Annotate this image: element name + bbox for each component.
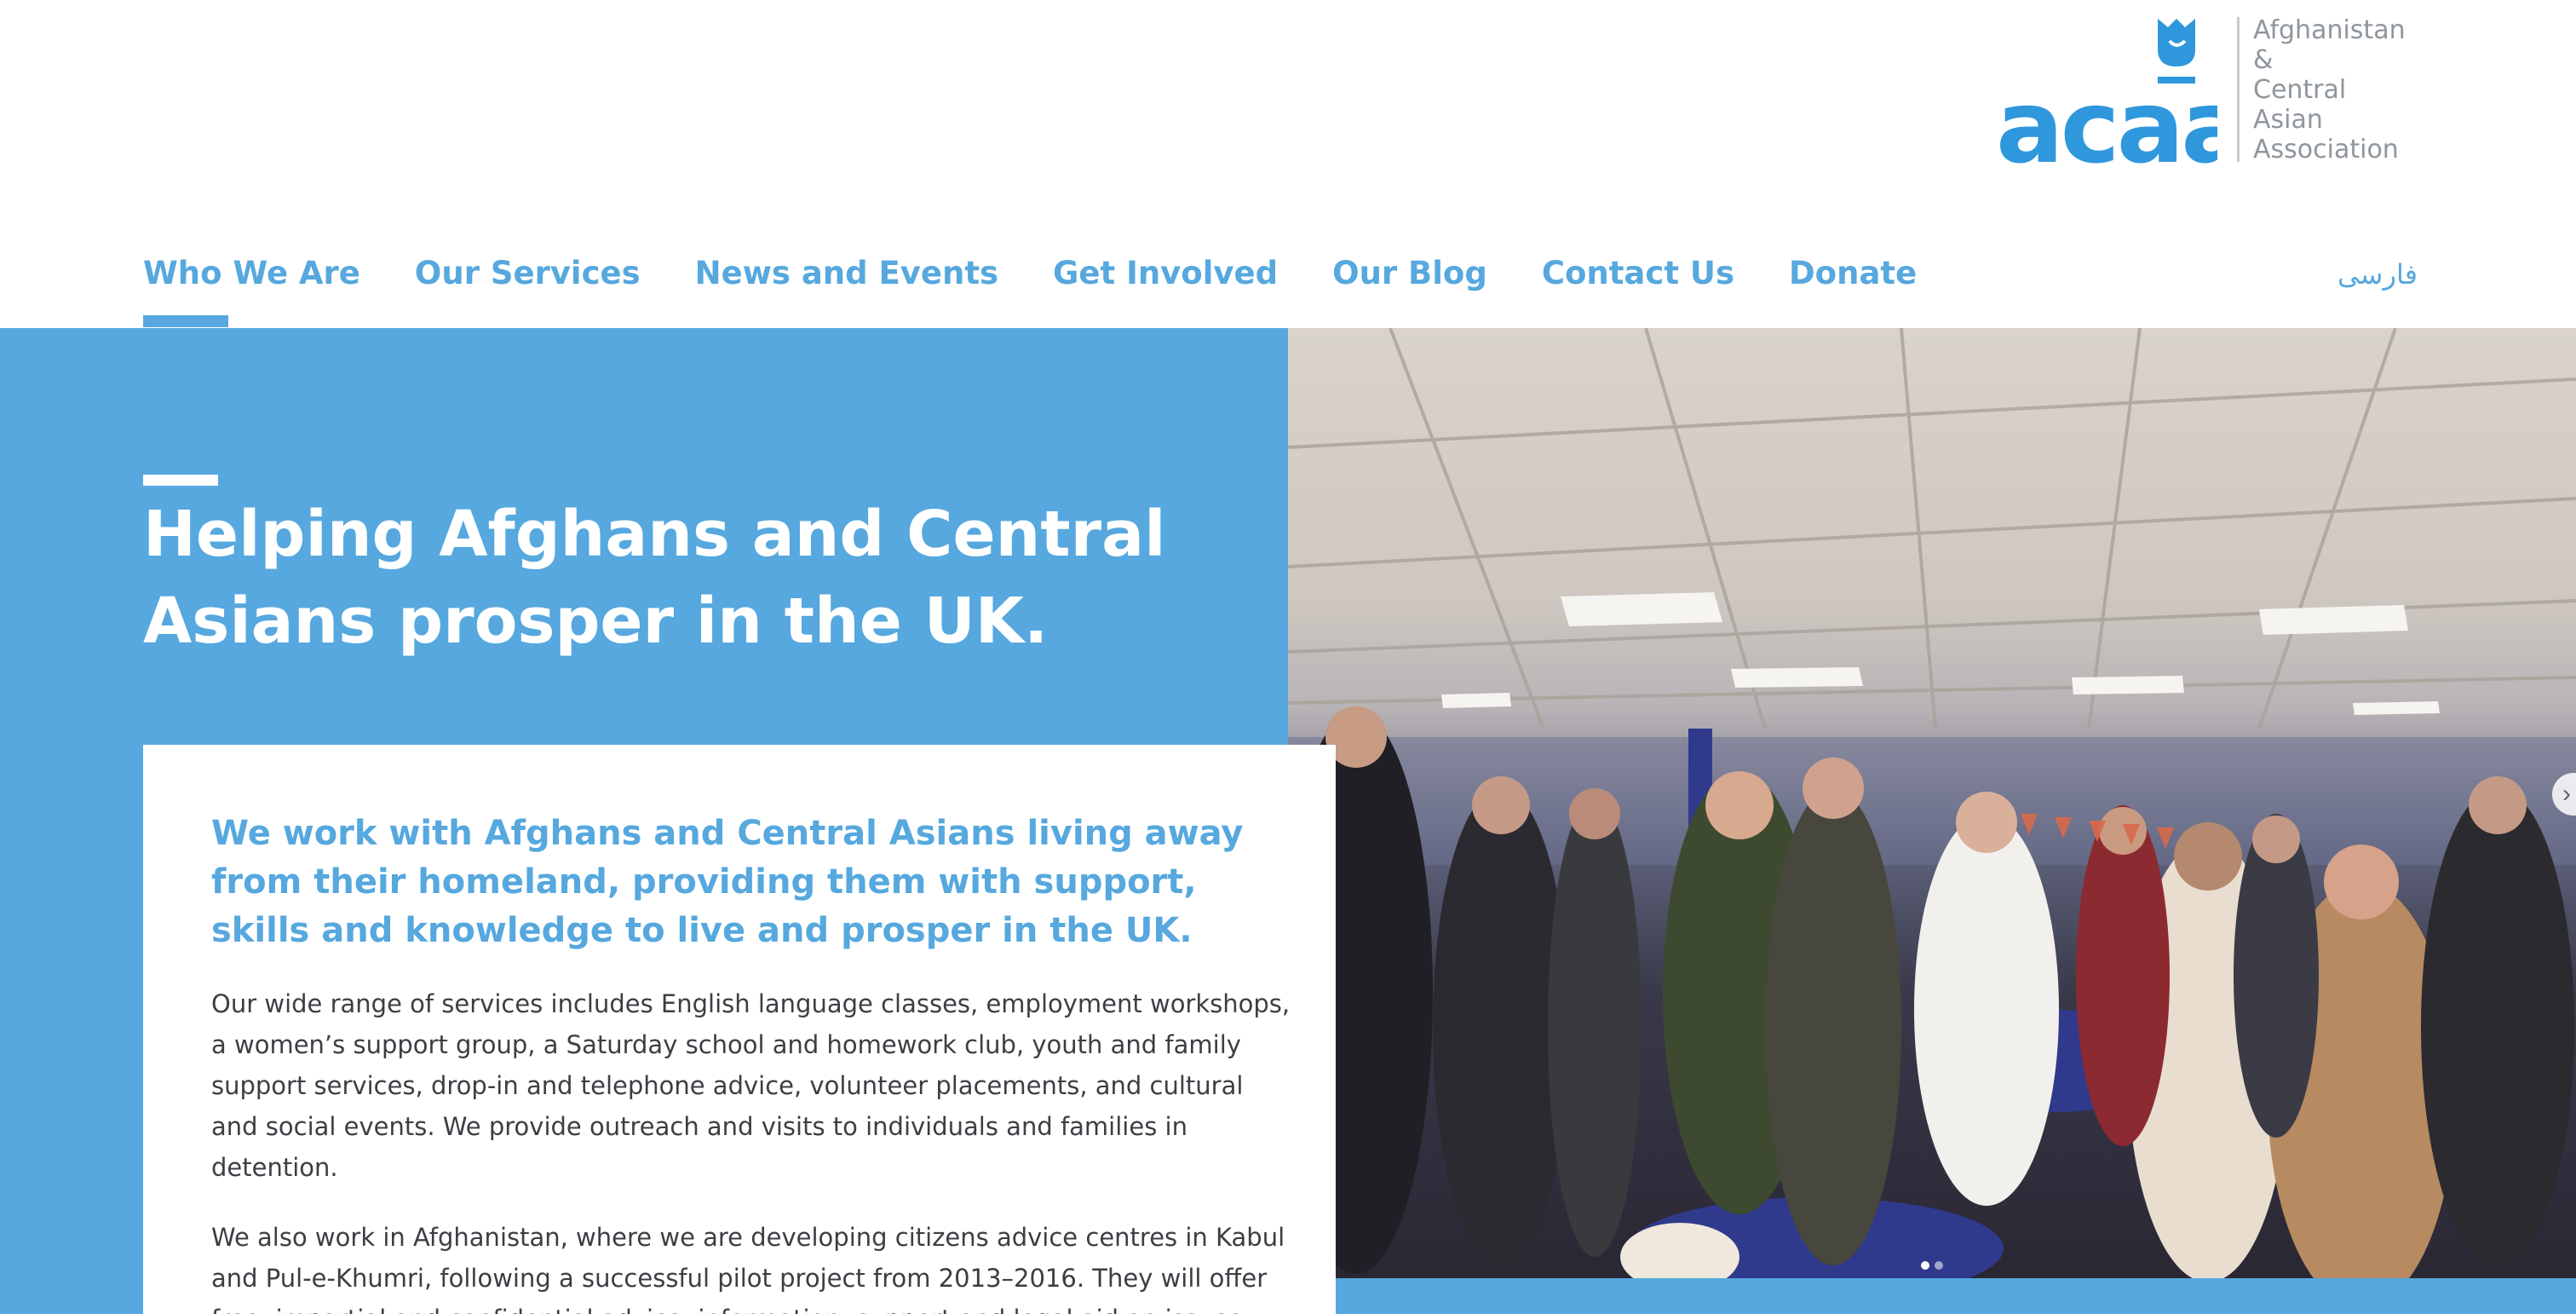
site-logo[interactable]: acaa Afghanistan & Central Asian Associa… [1996,15,2415,169]
logo-wordmark: acaa [1996,68,2217,169]
hero-title: Helping Afghans and Central Asians prosp… [143,498,1166,658]
community-photo-icon [1288,328,2576,1278]
nav-item-our-blog[interactable]: Our Blog [1332,252,1487,295]
nav-item-our-services[interactable]: Our Services [415,252,641,295]
intro-lead: We work with Afghans and Central Asians … [211,814,1244,950]
acaa-logo-mark: acaa [1996,19,2217,169]
intro-card: We work with Afghans and Central Asians … [143,745,1336,1314]
language-switch-farsi[interactable]: فارسی [2337,256,2418,293]
logo-line-2: & [2253,45,2274,75]
logo-line-4: Asian [2253,105,2323,135]
logo-line-5: Association [2253,135,2399,164]
carousel-dots [1921,1261,1943,1270]
nav-item-get-involved[interactable]: Get Involved [1053,252,1278,295]
carousel-dot-2[interactable] [1935,1261,1943,1270]
logo-line-3: Central [2253,75,2347,105]
nav-item-news-and-events[interactable]: News and Events [695,252,998,295]
nav-item-who-we-are[interactable]: Who We Are [143,252,360,295]
nav-active-indicator [143,315,228,327]
intro-paragraph-afghanistan: We also work in Afghanistan, where we ar… [211,1223,1285,1314]
logo-org-name: Afghanistan & Central Asian Association [2253,15,2424,164]
carousel-dot-1[interactable] [1921,1261,1929,1270]
hero-accent-dash [143,475,218,486]
hero-photo [1288,328,2576,1278]
logo-divider [2237,17,2240,162]
intro-paragraph-services: Our wide range of services includes Engl… [211,989,1291,1182]
logo-line-1: Afghanistan [2253,15,2406,45]
nav-item-donate[interactable]: Donate [1789,252,1917,295]
nav-item-contact-us[interactable]: Contact Us [1542,252,1734,295]
main-navigation: Who We Are Our Services News and Events … [143,252,1971,295]
photo-bottom-strip [1288,1278,2576,1314]
